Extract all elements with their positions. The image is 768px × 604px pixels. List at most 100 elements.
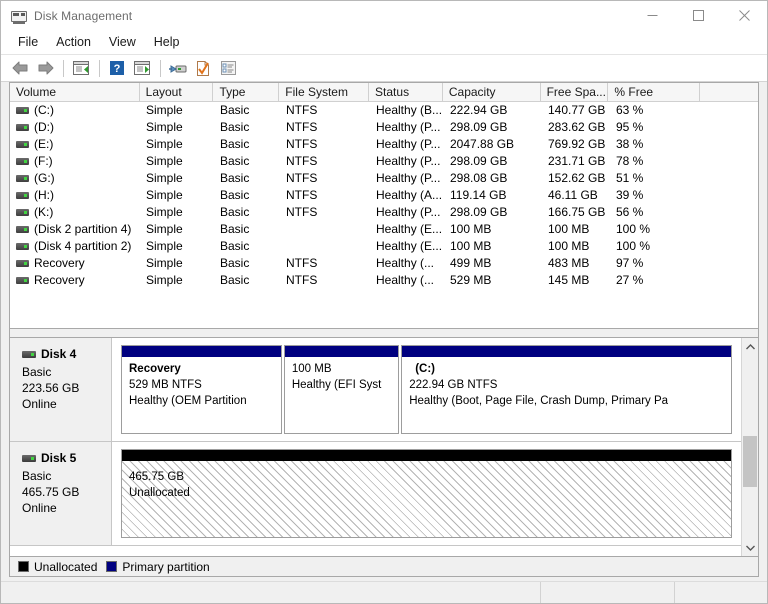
- volume-cell-capacity: 298.09 GB: [450, 205, 508, 219]
- scrollbar-track[interactable]: [742, 355, 758, 539]
- volume-cell-type: Basic: [220, 154, 250, 168]
- volume-cell-capacity: 298.08 GB: [450, 171, 508, 185]
- scroll-down-icon[interactable]: [742, 539, 758, 556]
- partition-size-fs: 100 MB: [291, 363, 332, 375]
- volume-row[interactable]: (C:) Simple Basic NTFS Healthy (B... 222.94 G…: [10, 102, 758, 119]
- disk-info-panel[interactable]: Disk 5 Basic 465.75 GB Online: [10, 442, 112, 545]
- volume-cell-layout: Simple: [146, 273, 183, 287]
- volume-label: (G:): [34, 171, 55, 185]
- partition-status: Healthy (EFI Syst: [291, 379, 382, 391]
- partition-status: Healthy (Boot, Page File, Crash Dump, Pr…: [409, 395, 669, 407]
- forward-icon[interactable]: [33, 57, 57, 79]
- volume-row[interactable]: Recovery Simple Basic NTFS Healthy (... 499 M…: [10, 255, 758, 272]
- disk-icon: [22, 350, 36, 358]
- disk-type: Basic: [22, 365, 52, 379]
- partition-block[interactable]: Recovery 529 MB NTFS Healthy (OEM Partitio…: [121, 345, 282, 434]
- volume-row[interactable]: (H:) Simple Basic NTFS Healthy (A... 119.14 G…: [10, 187, 758, 204]
- disk-row: Disk 5 Basic 465.75 GB Online 465.75 GB Unall…: [10, 442, 741, 546]
- volume-cell-layout: Simple: [146, 222, 183, 236]
- list-view-icon[interactable]: [216, 57, 240, 79]
- volume-cell-type: Basic: [220, 188, 250, 202]
- menu-item-help[interactable]: Help: [145, 33, 189, 51]
- minimize-icon[interactable]: [629, 1, 675, 30]
- volume-cell-layout: Simple: [146, 154, 183, 168]
- volume-row[interactable]: (K:) Simple Basic NTFS Healthy (P... 298.09 G…: [10, 204, 758, 221]
- volume-row[interactable]: (F:) Simple Basic NTFS Healthy (P... 298.09 G…: [10, 153, 758, 170]
- volume-row[interactable]: (Disk 2 partition 4) Simple Basic Healthy (…: [10, 221, 758, 238]
- volume-cell-name: (E:): [10, 136, 140, 153]
- column-header-file-system[interactable]: File System: [279, 83, 370, 102]
- partition-block[interactable]: (C:) 222.94 GB NTFS Healthy (Boot, Page Fi…: [401, 345, 732, 434]
- legend-item-primary-partition: Primary partition: [106, 560, 210, 574]
- partition-details: 100 MB Healthy (EFI Syst: [285, 357, 398, 433]
- rescan-disks-icon[interactable]: [166, 57, 190, 79]
- volume-cell-status: Healthy (P...: [376, 171, 441, 185]
- partition-color-bar: [284, 346, 399, 357]
- show-hide-action-pane-icon[interactable]: [130, 57, 154, 79]
- partition-block[interactable]: 100 MB Healthy (EFI Syst: [283, 345, 400, 434]
- maximize-icon[interactable]: [675, 1, 721, 30]
- volume-cell-capacity: 499 MB: [450, 256, 492, 270]
- volume-row[interactable]: (Disk 4 partition 2) Simple Basic Healthy (…: [10, 238, 758, 255]
- volume-cell-name: (Disk 2 partition 4): [10, 221, 140, 238]
- volume-cell-status: Healthy (E...: [376, 239, 443, 253]
- column-header-capacity[interactable]: Capacity: [442, 83, 541, 102]
- menu-item-view[interactable]: View: [100, 33, 145, 51]
- properties-icon[interactable]: [191, 57, 215, 79]
- volume-cell-status: Healthy (P...: [376, 205, 441, 219]
- volume-cell-percent-free: 39 %: [616, 188, 644, 202]
- volume-cell-layout: Simple: [146, 256, 183, 270]
- volume-cell-free-space: 769.92 GB: [548, 137, 606, 151]
- unallocated-label: Unallocated: [129, 487, 190, 499]
- column-header-empty[interactable]: [700, 83, 758, 102]
- scroll-up-icon[interactable]: [742, 338, 758, 355]
- back-icon[interactable]: [8, 57, 32, 79]
- menu-item-action[interactable]: Action: [47, 33, 100, 51]
- volume-row[interactable]: Recovery Simple Basic NTFS Healthy (... 529 M…: [10, 272, 758, 289]
- column-header-percent-free[interactable]: % Free: [608, 83, 701, 102]
- disk-title: Disk 5: [22, 451, 111, 465]
- volume-icon: [16, 107, 29, 114]
- volume-cell-name: Recovery: [10, 255, 140, 272]
- column-header-volume[interactable]: Volume: [10, 83, 140, 102]
- volume-cell-capacity: 100 MB: [450, 239, 492, 253]
- show-hide-console-tree-icon[interactable]: [69, 57, 93, 79]
- legend-label-unallocated: Unallocated: [34, 559, 98, 574]
- column-header-layout[interactable]: Layout: [139, 83, 214, 102]
- disk-partition-strip: 465.75 GB Unallocated: [112, 442, 741, 545]
- disk-pane-scrollbar[interactable]: [741, 338, 758, 556]
- legend-item-unallocated: Unallocated: [18, 560, 97, 574]
- scrollbar-thumb[interactable]: [743, 435, 757, 488]
- volume-cell-status: Healthy (...: [376, 256, 435, 270]
- partition-label: (C:): [415, 363, 435, 375]
- volume-cell-capacity: 222.94 GB: [450, 103, 508, 117]
- volume-cell-name: (H:): [10, 187, 140, 204]
- menu-item-file[interactable]: File: [9, 33, 47, 51]
- partition-details: Recovery 529 MB NTFS Healthy (OEM Partitio…: [122, 357, 281, 433]
- volume-row[interactable]: (G:) Simple Basic NTFS Healthy (P... 298.08 G…: [10, 170, 758, 187]
- volume-cell-name: (D:): [10, 119, 140, 136]
- unallocated-color-bar: [122, 450, 731, 461]
- volume-label: Recovery: [34, 273, 85, 287]
- column-header-type[interactable]: Type: [213, 83, 280, 102]
- column-header-free-space[interactable]: Free Spa...: [540, 83, 609, 102]
- volume-cell-free-space: 231.71 GB: [548, 154, 606, 168]
- volume-cell-layout: Simple: [146, 171, 183, 185]
- disk-info-panel[interactable]: Disk 4 Basic 223.56 GB Online: [10, 338, 112, 441]
- volume-cell-status: Healthy (E...: [376, 222, 443, 236]
- volume-icon: [16, 260, 29, 267]
- toolbar-separator: [99, 59, 100, 77]
- volume-cell-name: (C:): [10, 102, 140, 119]
- column-header-status[interactable]: Status: [369, 83, 443, 102]
- help-icon[interactable]: ?: [105, 57, 129, 79]
- volume-cell-name: (Disk 4 partition 2): [10, 238, 140, 255]
- status-pane-2: [541, 582, 675, 603]
- unallocated-block[interactable]: 465.75 GB Unallocated: [121, 449, 732, 538]
- pane-splitter[interactable]: [9, 328, 759, 337]
- disk-partition-strip: Recovery 529 MB NTFS Healthy (OEM Partitio…: [112, 338, 741, 441]
- volume-label: (D:): [34, 120, 54, 134]
- volume-cell-layout: Simple: [146, 103, 183, 117]
- volume-row[interactable]: (E:) Simple Basic NTFS Healthy (P... 2047.88 …: [10, 136, 758, 153]
- volume-row[interactable]: (D:) Simple Basic NTFS Healthy (P... 298.09 G…: [10, 119, 758, 136]
- close-icon[interactable]: [721, 1, 767, 30]
